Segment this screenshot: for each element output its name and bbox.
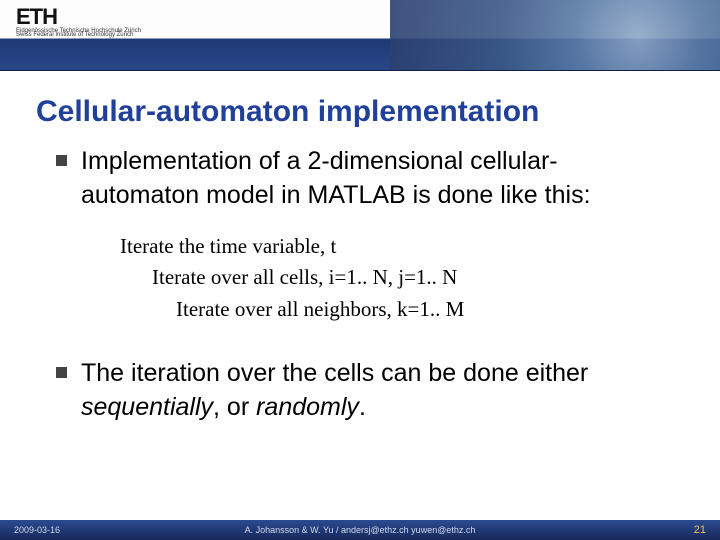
bullet-square-icon <box>56 367 67 378</box>
pseudocode-block: Iterate the time variable, t Iterate ove… <box>120 231 720 326</box>
footer-bar: 2009-03-16 A. Johansson & W. Yu / anders… <box>0 520 720 540</box>
header-bar: ETH Eidgenössische Technische Hochschule… <box>0 0 720 71</box>
bullet2-or: , or <box>213 393 256 421</box>
bullet-text-2: The iteration over the cells can be done… <box>81 357 664 425</box>
bullet-text-1: Implementation of a 2-dimensional cellul… <box>81 145 664 213</box>
banner-image <box>390 0 720 70</box>
eth-logo: ETH Eidgenössische Technische Hochschule… <box>16 4 141 38</box>
footer-author: A. Johansson & W. Yu / andersj@ethz.ch y… <box>0 525 720 535</box>
pseudo-line-3: Iterate over all neighbors, k=1.. M <box>120 294 720 326</box>
bullet2-randomly: randomly <box>256 393 359 421</box>
page-title: Cellular-automaton implementation <box>0 71 720 145</box>
bullet2-end: . <box>359 393 366 421</box>
bullet-item-1: Implementation of a 2-dimensional cellul… <box>56 145 664 213</box>
footer-date: 2009-03-16 <box>14 525 60 535</box>
bullet2-sequentially: sequentially <box>81 393 213 421</box>
bullet2-part-a: The iteration over the cells can be done… <box>81 359 588 387</box>
pseudo-line-2: Iterate over all cells, i=1.. N, j=1.. N <box>120 262 720 294</box>
pseudo-line-1: Iterate the time variable, t <box>120 231 720 263</box>
bullet-square-icon <box>56 155 67 166</box>
logo-subtitle-2: Swiss Federal Institute of Technology Zu… <box>16 32 141 38</box>
bullet-list-2: The iteration over the cells can be done… <box>0 357 720 425</box>
bullet-list: Implementation of a 2-dimensional cellul… <box>0 145 720 213</box>
logo-text: ETH <box>16 4 141 30</box>
bullet-item-2: The iteration over the cells can be done… <box>56 357 664 425</box>
footer-page-number: 21 <box>694 524 706 536</box>
